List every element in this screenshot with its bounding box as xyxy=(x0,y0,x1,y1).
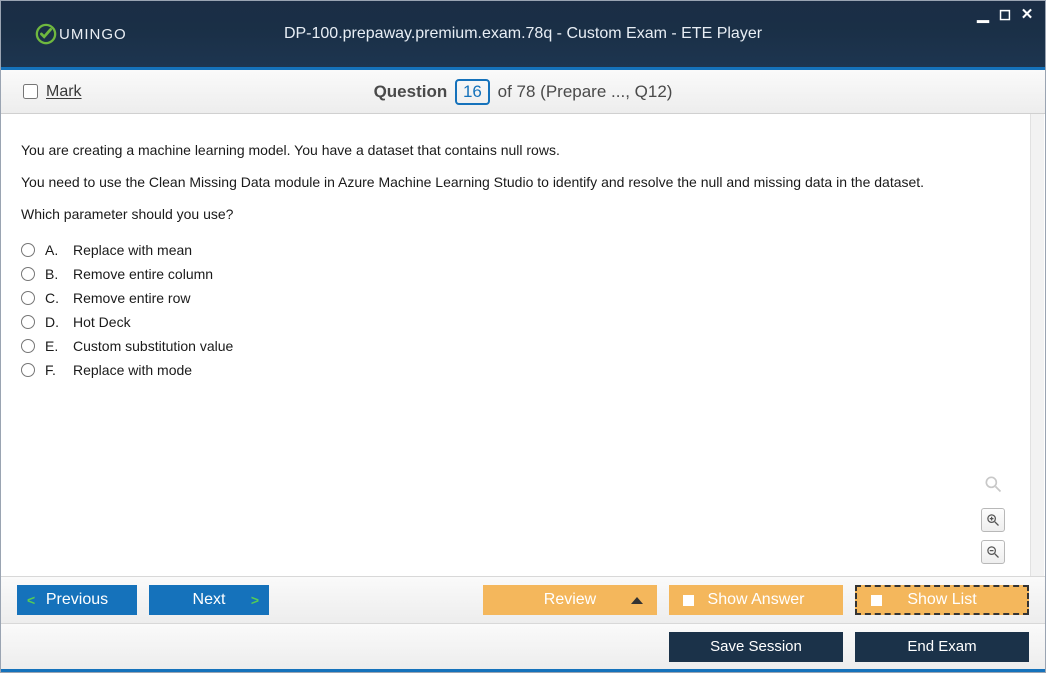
option-radio[interactable] xyxy=(21,363,35,377)
option-radio[interactable] xyxy=(21,267,35,281)
review-button[interactable]: Review xyxy=(483,585,657,615)
maximize-icon[interactable]: ◻ xyxy=(997,7,1013,21)
option-radio[interactable] xyxy=(21,291,35,305)
option-radio[interactable] xyxy=(21,339,35,353)
option-text: Custom substitution value xyxy=(73,338,233,354)
zoom-out-icon[interactable] xyxy=(981,540,1005,564)
scrollbar[interactable] xyxy=(1030,114,1044,576)
zoom-controls xyxy=(981,508,1005,564)
question-of-text: of 78 (Prepare ..., Q12) xyxy=(498,82,673,101)
option-row[interactable]: B. Remove entire column xyxy=(21,262,1025,286)
question-para: Which parameter should you use? xyxy=(21,206,1025,222)
app-logo: UMINGO xyxy=(35,23,127,45)
option-radio[interactable] xyxy=(21,243,35,257)
previous-label: Previous xyxy=(46,591,108,609)
chevron-right-icon: > xyxy=(251,592,259,608)
option-text: Replace with mean xyxy=(73,242,192,258)
end-exam-button[interactable]: End Exam xyxy=(855,632,1029,662)
close-icon[interactable]: ✕ xyxy=(1019,7,1035,21)
magnifier-icon[interactable] xyxy=(981,472,1005,496)
option-row[interactable]: D. Hot Deck xyxy=(21,310,1025,334)
search-tool xyxy=(981,472,1005,496)
mark-checkbox-wrap[interactable]: Mark xyxy=(23,83,82,101)
minimize-icon[interactable]: ▁ xyxy=(975,7,991,21)
question-body: You are creating a machine learning mode… xyxy=(1,114,1045,576)
option-letter: C. xyxy=(45,290,63,306)
show-list-button[interactable]: Show List xyxy=(855,585,1029,615)
previous-button[interactable]: < Previous xyxy=(17,585,137,615)
logo-text: UMINGO xyxy=(59,26,127,43)
show-answer-label: Show Answer xyxy=(708,591,805,609)
chevron-left-icon: < xyxy=(27,592,35,608)
option-row[interactable]: C. Remove entire row xyxy=(21,286,1025,310)
option-letter: F. xyxy=(45,362,63,378)
next-button[interactable]: Next > xyxy=(149,585,269,615)
content-area: You are creating a machine learning mode… xyxy=(1,114,1045,576)
square-icon xyxy=(871,595,882,606)
question-indicator: Question 16 of 78 (Prepare ..., Q12) xyxy=(1,79,1045,105)
square-icon xyxy=(683,595,694,606)
option-letter: D. xyxy=(45,314,63,330)
option-text: Remove entire column xyxy=(73,266,213,282)
option-letter: B. xyxy=(45,266,63,282)
option-text: Remove entire row xyxy=(73,290,191,306)
zoom-in-icon[interactable] xyxy=(981,508,1005,532)
titlebar: UMINGO DP-100.prepaway.premium.exam.78q … xyxy=(1,1,1045,67)
session-toolbar: Save Session End Exam xyxy=(1,624,1045,672)
option-row[interactable]: E. Custom substitution value xyxy=(21,334,1025,358)
option-text: Hot Deck xyxy=(73,314,131,330)
option-row[interactable]: F. Replace with mode xyxy=(21,358,1025,382)
show-list-label: Show List xyxy=(907,591,976,609)
option-text: Replace with mode xyxy=(73,362,192,378)
option-letter: A. xyxy=(45,242,63,258)
triangle-up-icon xyxy=(631,597,643,604)
question-word: Question xyxy=(374,82,448,101)
option-letter: E. xyxy=(45,338,63,354)
option-radio[interactable] xyxy=(21,315,35,329)
next-label: Next xyxy=(193,591,226,609)
mark-checkbox[interactable] xyxy=(23,84,38,99)
review-label: Review xyxy=(544,591,596,609)
option-row[interactable]: A. Replace with mean xyxy=(21,238,1025,262)
checkmark-icon xyxy=(35,23,57,45)
mark-label: Mark xyxy=(46,83,82,101)
question-header: Mark Question 16 of 78 (Prepare ..., Q12… xyxy=(1,70,1045,114)
question-para: You are creating a machine learning mode… xyxy=(21,142,1025,158)
save-session-button[interactable]: Save Session xyxy=(669,632,843,662)
options-list: A. Replace with mean B. Remove entire co… xyxy=(21,238,1025,382)
question-para: You need to use the Clean Missing Data m… xyxy=(21,174,1025,190)
window-title: DP-100.prepaway.premium.exam.78q - Custo… xyxy=(1,25,1045,43)
window-controls: ▁ ◻ ✕ xyxy=(975,7,1035,21)
show-answer-button[interactable]: Show Answer xyxy=(669,585,843,615)
nav-toolbar: < Previous Next > Review Show Answer Sho… xyxy=(1,576,1045,624)
question-number: 16 xyxy=(455,79,490,105)
